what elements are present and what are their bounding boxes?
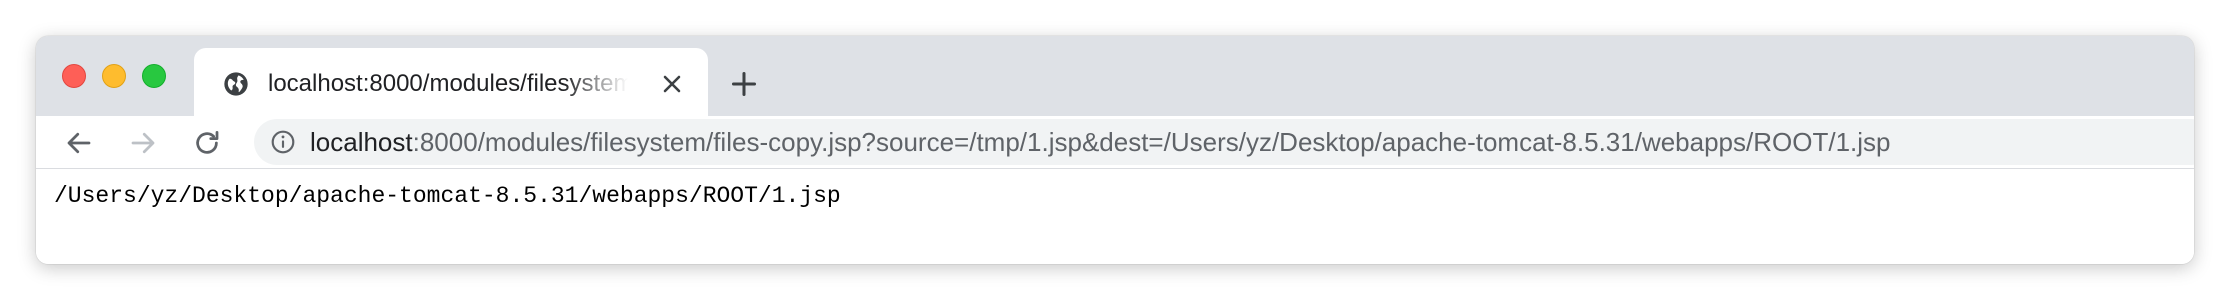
plus-icon[interactable] — [730, 70, 758, 98]
tab-active[interactable]: localhost:8000/modules/filesystem/files-… — [194, 48, 708, 116]
close-icon[interactable] — [660, 72, 684, 96]
tab-title: localhost:8000/modules/filesystem/files-… — [268, 70, 628, 97]
info-icon[interactable] — [270, 129, 296, 155]
window-minimize-button[interactable] — [102, 64, 126, 88]
reload-icon[interactable] — [192, 128, 222, 158]
page-content: /Users/yz/Desktop/apache-tomcat-8.5.31/w… — [36, 169, 2194, 264]
globe-icon — [224, 72, 248, 96]
toolbar: localhost:8000/modules/filesystem/files-… — [36, 116, 2194, 169]
window-close-button[interactable] — [62, 64, 86, 88]
page-output-text: /Users/yz/Desktop/apache-tomcat-8.5.31/w… — [54, 183, 841, 209]
url-host: localhost — [310, 127, 413, 157]
url-path: :8000/modules/filesystem/files-copy.jsp?… — [412, 127, 1891, 157]
address-bar[interactable]: localhost:8000/modules/filesystem/files-… — [254, 119, 2194, 165]
arrow-left-icon[interactable] — [64, 128, 94, 158]
browser-window: localhost:8000/modules/filesystem/files-… — [36, 36, 2194, 264]
tab-strip: localhost:8000/modules/filesystem/files-… — [36, 36, 2194, 116]
url-text[interactable]: localhost:8000/modules/filesystem/files-… — [310, 125, 1891, 159]
arrow-right-icon[interactable] — [128, 128, 158, 158]
window-maximize-button[interactable] — [142, 64, 166, 88]
